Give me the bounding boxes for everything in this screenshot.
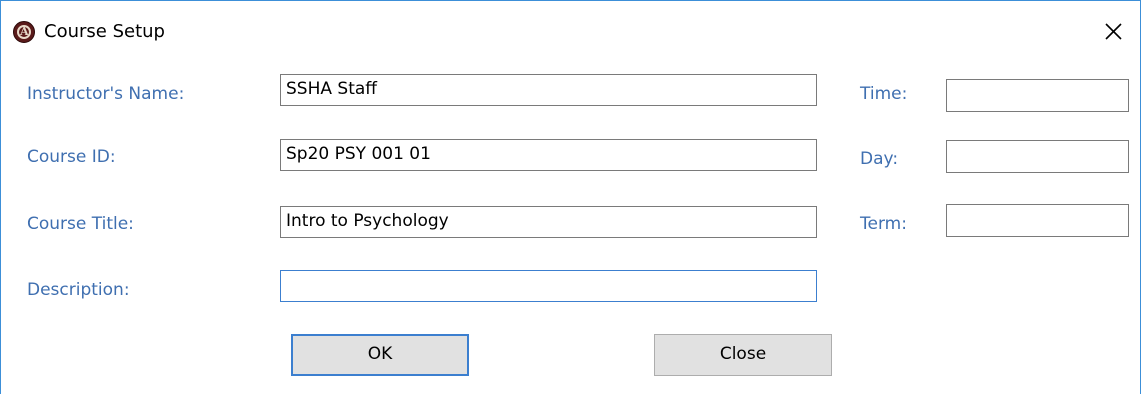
time-field[interactable] — [946, 79, 1129, 112]
course-title-label: Course Title: — [27, 214, 134, 234]
instructor-name-label: Instructor's Name: — [27, 84, 185, 104]
course-id-field[interactable]: Sp20 PSY 001 01 — [280, 139, 817, 171]
course-title-field[interactable]: Intro to Psychology — [280, 206, 817, 238]
term-field[interactable] — [946, 204, 1129, 237]
ok-button[interactable]: OK — [291, 334, 469, 376]
close-icon[interactable] — [1101, 17, 1127, 45]
day-field[interactable] — [946, 140, 1129, 173]
title-bar: A Course Setup — [1, 1, 1140, 59]
description-field[interactable] — [280, 270, 817, 302]
close-button[interactable]: Close — [654, 334, 832, 376]
term-label: Term: — [860, 214, 907, 234]
course-id-label: Course ID: — [27, 147, 116, 167]
app-logo-mark: A — [20, 25, 29, 38]
course-setup-dialog: A Course Setup Instructor's Name: Course… — [0, 0, 1141, 394]
time-label: Time: — [860, 84, 908, 104]
app-logo-icon: A — [13, 21, 35, 43]
day-label: Day: — [860, 149, 899, 169]
description-label: Description: — [27, 280, 130, 300]
window-title: Course Setup — [44, 21, 165, 42]
instructor-name-field[interactable]: SSHA Staff — [280, 74, 817, 106]
